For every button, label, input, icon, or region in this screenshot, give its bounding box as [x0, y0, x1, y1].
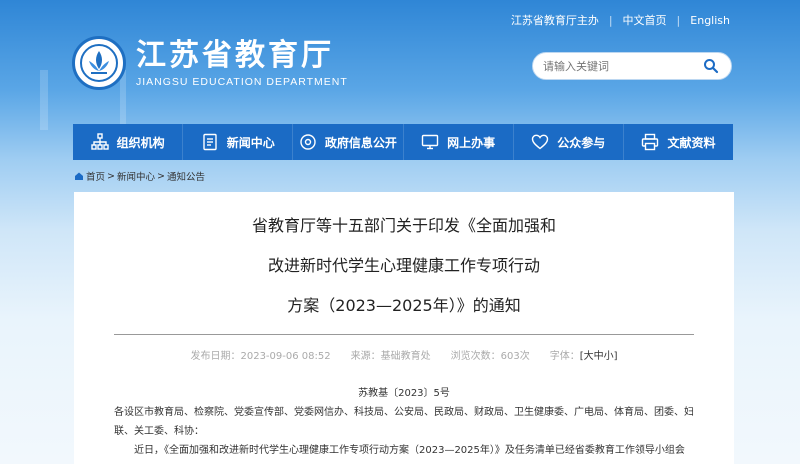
font-medium-button[interactable]: 中: [594, 351, 604, 362]
emblem-icon: [72, 36, 126, 90]
sponsor-text: 江苏省教育厅主办: [510, 14, 599, 27]
nav-label: 新闻中心: [226, 135, 275, 150]
title-divider: [114, 334, 694, 335]
printer-icon: [642, 133, 659, 151]
view-count: 浏览次数：603次: [450, 351, 530, 362]
title-line: 省教育厅等十五部门关于印发《全面加强和: [251, 216, 556, 235]
nav-label: 公众参与: [557, 135, 606, 150]
article-card: 省教育厅等十五部门关于印发《全面加强和 改进新时代学生心理健康工作专项行动 方案…: [74, 192, 734, 464]
article-meta: 发布日期：2023-09-06 08:52 来源：基础教育处 浏览次数：603次…: [74, 347, 734, 362]
nav-label: 政府信息公开: [324, 135, 397, 150]
site-name-cn: 江苏省教育厅: [136, 37, 334, 73]
search-icon[interactable]: [701, 56, 721, 76]
monitor-icon: [421, 134, 439, 150]
font-size-control: 字体：[大中小]: [549, 351, 618, 362]
nav-label: 组织机构: [116, 135, 165, 150]
title-line: 改进新时代学生心理健康工作专项行动: [267, 256, 540, 275]
heart-icon: [532, 134, 549, 150]
site-logo[interactable]: 江苏省教育厅 JIANGSU EDUCATION DEPARTMENT: [72, 36, 348, 90]
article-body: 各设区市教育局、检察院、党委宣传部、党委网信办、科技局、公安局、民政局、财政局、…: [74, 403, 734, 460]
org-chart-icon: [90, 133, 109, 150]
nav-label: 网上办事: [447, 135, 496, 150]
nav-label: 文献资料: [667, 135, 716, 150]
home-cn-link[interactable]: 中文首页: [623, 12, 667, 28]
font-small-button[interactable]: 小: [604, 351, 614, 362]
breadcrumb-home[interactable]: 首页: [86, 169, 105, 183]
topbar-separator: |: [608, 13, 613, 27]
addressees: 各设区市教育局、检察院、党委宣传部、党委网信办、科技局、公安局、民政局、财政局、…: [114, 407, 694, 437]
document-icon: [203, 133, 217, 151]
document-number: 苏教基〔2023〕5号: [358, 388, 450, 399]
font-large-button[interactable]: 大: [584, 351, 594, 362]
main-nav: 组织机构 新闻中心 政府信息公开 网上办事 公众参与 文献资料: [73, 124, 733, 160]
article-source: 来源：基础教育处: [350, 351, 431, 362]
breadcrumb-notices[interactable]: 通知公告: [167, 169, 205, 183]
topbar-separator: |: [676, 13, 681, 27]
english-link[interactable]: English: [690, 14, 730, 27]
breadcrumb-separator: >: [107, 170, 115, 182]
site-name-en: JIANGSU EDUCATION DEPARTMENT: [136, 75, 348, 88]
top-utility-bar: 江苏省教育厅主办 | 中文首页 | English: [511, 12, 730, 28]
nav-item-online-services[interactable]: 网上办事: [404, 124, 514, 160]
breadcrumb-news[interactable]: 新闻中心: [117, 169, 155, 183]
nav-item-news[interactable]: 新闻中心: [183, 124, 294, 160]
nav-item-public-participation[interactable]: 公众参与: [514, 124, 624, 160]
search-input[interactable]: [543, 59, 701, 73]
info-disclosure-icon: [300, 134, 316, 150]
paragraph: 近日，《全面加强和改进新时代学生心理健康工作专项行动方案（2023—2025年）…: [134, 445, 685, 456]
publish-date: 发布日期：2023-09-06 08:52: [190, 351, 331, 362]
breadcrumb-separator: >: [157, 170, 165, 182]
nav-item-organization[interactable]: 组织机构: [73, 124, 184, 160]
title-line: 方案（2023—2025年）》的通知: [287, 296, 521, 315]
article-title: 省教育厅等十五部门关于印发《全面加强和 改进新时代学生心理健康工作专项行动 方案…: [74, 206, 734, 326]
nav-item-info-disclosure[interactable]: 政府信息公开: [293, 124, 404, 160]
home-icon: [75, 172, 83, 180]
nav-item-literature[interactable]: 文献资料: [624, 124, 733, 160]
search-box: [532, 52, 732, 80]
breadcrumb: 首页 > 新闻中心 > 通知公告: [74, 169, 205, 183]
